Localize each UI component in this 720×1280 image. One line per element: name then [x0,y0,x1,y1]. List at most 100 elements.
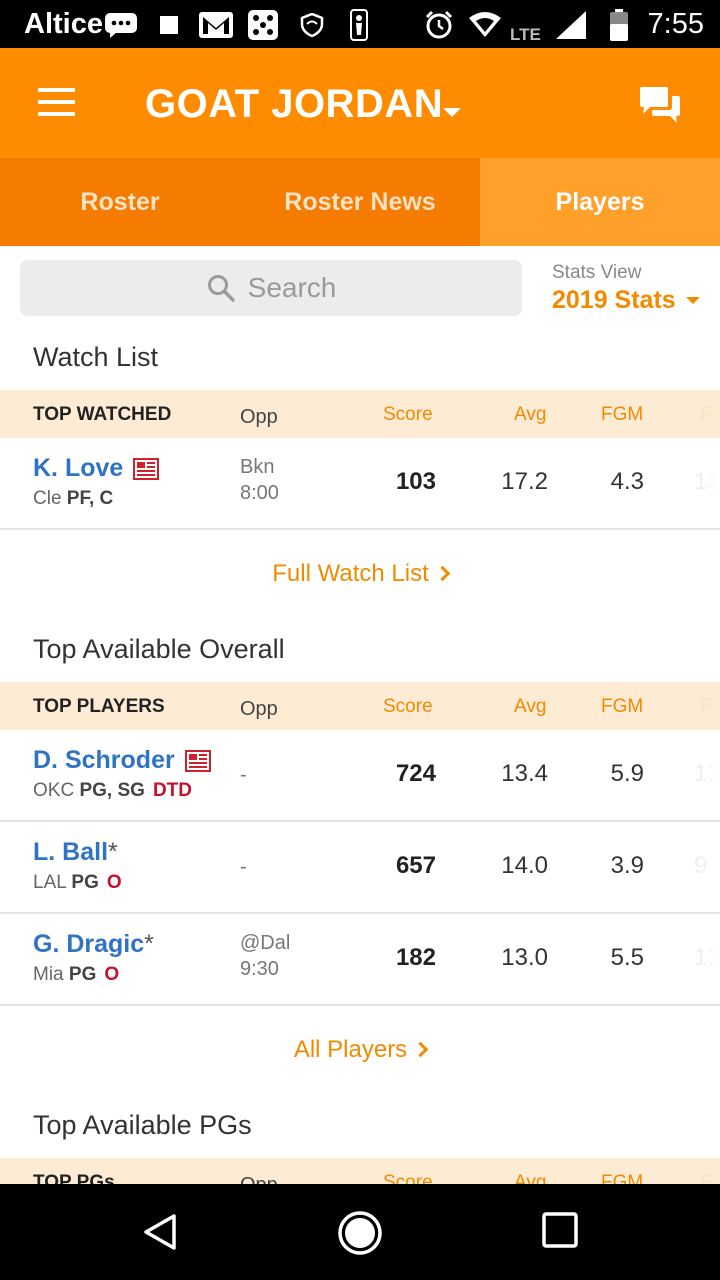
chevron-right-icon [434,565,451,582]
player-score: 724 [395,760,436,787]
full-watch-list-link[interactable]: Full Watch List [0,560,720,588]
player-name: G. Dragic [33,930,145,958]
tab-bar: Roster Roster News Players [0,158,720,246]
search-input[interactable]: Search [20,260,522,316]
scroll-fade [660,438,720,528]
player-team-position: LAL PG O [33,872,122,894]
chevron-down-icon [685,297,700,304]
search-placeholder: Search [247,272,337,303]
player-row[interactable]: G. Dragic * Mia PG O @Dal 9:30 182 13.0 5.5… [0,914,720,1006]
col-header-opp: Opp [240,698,278,720]
all-players-link[interactable]: All Players [0,1036,720,1064]
col-header-avg[interactable]: Avg [514,1172,546,1184]
stats-view-selector[interactable]: Stats View 2019 Stats [552,262,700,315]
dice-icon [248,10,278,40]
all-players-label: All Players [293,1036,408,1063]
player-name: L. Ball [33,838,109,866]
opponent-team: Bkn [240,456,275,478]
player-opponent: - [240,762,247,788]
player-name-link[interactable]: D. Schroder [33,746,211,775]
player-name-link[interactable]: G. Dragic * [33,930,154,959]
game-time: 9:30 [240,958,279,980]
player-team: Cle [33,488,62,509]
stop-icon [160,10,178,40]
player-row[interactable]: K. Love Cle PF, C Bkn8:00 103 17.2 4.3 1… [0,438,720,530]
status-bar: Altice LTE 7:55 [0,0,720,48]
shield-icon [300,10,324,40]
player-status-badge: O [104,964,120,985]
player-fgm: 5.9 [610,760,644,787]
team-title[interactable]: GOAT JORDAN [145,82,443,127]
col-header-avg[interactable]: Avg [514,696,546,718]
col-header-opp: Opp [240,1172,278,1184]
news-icon[interactable] [184,749,211,772]
signal-icon [556,10,588,40]
battery-icon [610,9,628,41]
chat-icon[interactable] [638,86,682,124]
player-status-badge: O [106,872,122,893]
player-opponent: @Dal 9:30 [240,930,290,982]
recent-apps-icon[interactable] [542,1212,578,1253]
news-icon[interactable] [133,457,160,480]
home-icon[interactable] [337,1210,383,1261]
col-header-score[interactable]: Score [383,404,433,426]
scroll-fade [660,914,720,1004]
player-row[interactable]: L. Ball* LAL PGO - 657 14.0 3.9 9 [0,822,720,914]
alarm-icon [424,10,454,40]
tab-players[interactable]: Players [480,158,720,246]
player-team: Mia [33,964,64,985]
player-opponent: Bkn 8:00 [240,454,279,506]
col-header-fgm[interactable]: FGM [601,1172,643,1184]
player-opponent: - [240,854,247,880]
player-fgm: 5.5 [610,944,644,971]
player-team-position: Mia PG O [33,964,119,986]
player-name-link[interactable]: L. Ball * [33,838,118,867]
scroll-fade [660,822,720,912]
col-header-score[interactable]: Score [383,1172,433,1184]
player-team: OKC [33,780,75,801]
player-position: PG, SG [79,780,145,801]
carrier-label: Altice [24,8,103,40]
stats-view-label: Stats View [552,262,642,283]
watch-list-title: Watch List [33,342,159,372]
player-name: K. Love [33,454,124,482]
tab-roster[interactable]: Roster [0,158,240,246]
player-team-position: OKC PG, SG DTD [33,780,192,802]
clock-time: 7:55 [647,8,704,40]
opponent-team: - [240,856,247,878]
team-dropdown-caret-icon[interactable] [443,108,461,117]
player-team: LAL [33,872,67,893]
scroll-fade [660,682,720,730]
player-team-position: Cle PF, C [33,488,113,510]
watch-list-table-header: TOP WATCHED Opp Score Avg FGM F [0,390,720,438]
tab-roster-news[interactable]: Roster News [240,158,480,246]
stats-view-dropdown[interactable]: 2019 Stats [552,286,700,315]
player-row[interactable]: D. Schroder OKC PG, SG DTD - 724 13.4 5.9… [0,730,720,822]
hamburger-menu-icon[interactable] [38,88,75,118]
player-position: PG [68,964,97,985]
search-icon [207,275,235,302]
player-avg: 13.4 [501,760,548,787]
players-content: Search Stats View 2019 Stats Watch List … [0,246,720,1184]
player-avg: 13.0 [501,944,548,971]
player-name: D. Schroder [33,746,175,774]
col-header-opp: Opp [240,406,278,428]
col-header-fgm[interactable]: FGM [601,696,643,718]
player-score: 657 [395,852,436,879]
col-header-score[interactable]: Score [383,696,433,718]
scroll-fade [660,730,720,820]
system-nav-bar [0,1184,720,1280]
scroll-fade [660,390,720,438]
col-header-avg[interactable]: Avg [514,404,546,426]
col-header-top-pgs: TOP PGs [33,1172,115,1184]
stats-view-value: 2019 Stats [552,286,676,314]
player-asterisk: * [144,930,154,958]
back-icon[interactable] [140,1212,180,1257]
player-name-link[interactable]: K. Love [33,454,160,483]
chevron-right-icon [412,1041,429,1058]
network-type-label: LTE [510,25,541,44]
player-status-badge: DTD [152,780,192,801]
player-score: 182 [395,944,436,971]
top-pgs-title: Top Available PGs [33,1110,252,1140]
col-header-fgm[interactable]: FGM [601,404,643,426]
